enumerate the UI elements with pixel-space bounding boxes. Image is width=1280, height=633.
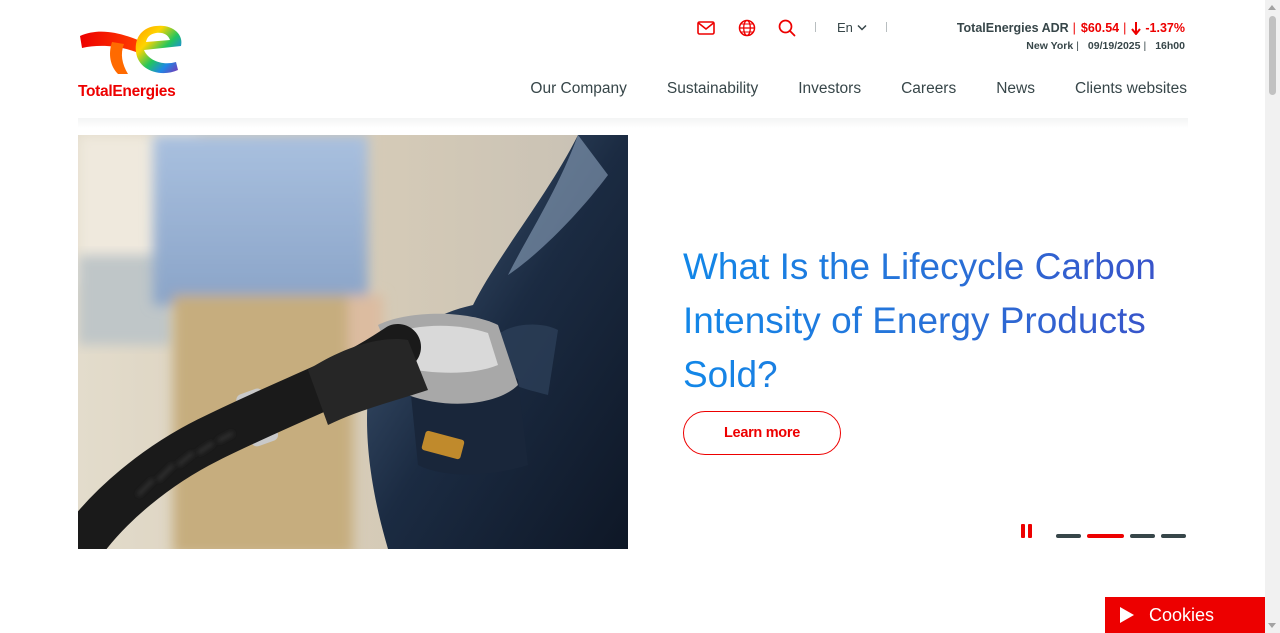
- nav-item-clients-websites[interactable]: Clients websites: [1075, 80, 1187, 98]
- page-scrollbar[interactable]: [1265, 0, 1280, 633]
- stock-price: $60.54: [1080, 21, 1120, 35]
- nav-item-news[interactable]: News: [996, 80, 1035, 98]
- carousel-indicators: [1056, 534, 1186, 538]
- header-divider: [78, 118, 1188, 128]
- brand-logo[interactable]: TotalEnergies: [78, 22, 188, 102]
- carousel-dot[interactable]: [1056, 534, 1081, 538]
- divider: [815, 22, 816, 32]
- stock-ticker: TotalEnergies ADR | $60.54 | -1.37%: [956, 21, 1185, 35]
- stock-change: -1.37%: [1145, 21, 1185, 35]
- chevron-down-icon: [857, 24, 867, 31]
- stock-meta: New York | 09/19/2025 | 16h00: [1026, 40, 1185, 52]
- stock-label: TotalEnergies ADR: [956, 21, 1069, 35]
- carousel-pause-button[interactable]: [1021, 524, 1037, 540]
- carousel-dot-active[interactable]: [1087, 534, 1124, 538]
- stock-market: New York: [1026, 40, 1074, 52]
- scroll-down-arrow-icon[interactable]: [1268, 623, 1276, 628]
- language-label: En: [837, 20, 853, 35]
- nav-item-our-company[interactable]: Our Company: [530, 80, 626, 98]
- globe-icon[interactable]: [737, 18, 757, 38]
- nav-item-sustainability[interactable]: Sustainability: [667, 80, 758, 98]
- learn-more-button[interactable]: Learn more: [683, 411, 841, 455]
- logo-mark-icon: [80, 25, 182, 74]
- cookies-label: Cookies: [1149, 604, 1215, 625]
- stock-date: 09/19/2025: [1087, 40, 1141, 52]
- arrow-down-icon: [1131, 22, 1142, 35]
- mail-icon[interactable]: [696, 18, 716, 38]
- hero-image: [78, 135, 628, 549]
- carousel-dot[interactable]: [1161, 534, 1186, 538]
- scroll-up-arrow-icon[interactable]: [1268, 5, 1276, 10]
- hero-title: What Is the Lifecycle Carbon Intensity o…: [683, 240, 1183, 402]
- search-icon[interactable]: [777, 18, 797, 38]
- scrollbar-thumb[interactable]: [1269, 16, 1276, 95]
- main-nav: Our Company Sustainability Investors Car…: [530, 80, 1187, 98]
- divider: [886, 22, 887, 32]
- nav-item-investors[interactable]: Investors: [798, 80, 861, 98]
- stock-time: 16h00: [1155, 40, 1185, 52]
- carousel-dot[interactable]: [1130, 534, 1155, 538]
- pause-icon: [1021, 524, 1025, 538]
- nav-item-careers[interactable]: Careers: [901, 80, 956, 98]
- play-icon: [1120, 607, 1134, 623]
- brand-name: TotalEnergies: [78, 83, 176, 100]
- cookies-button[interactable]: Cookies: [1105, 597, 1265, 633]
- language-selector[interactable]: En: [837, 20, 867, 35]
